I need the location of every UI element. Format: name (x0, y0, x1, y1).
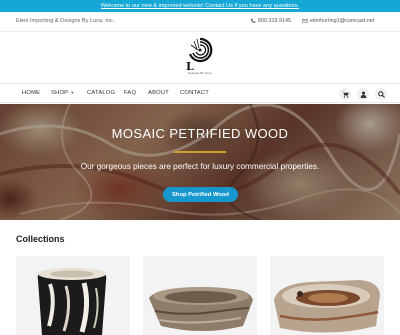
nav-catalog[interactable]: CATALOG (87, 90, 115, 96)
email-address: elenhurting1@comcast.net (310, 18, 375, 24)
nav-about[interactable]: ABOUT (148, 90, 169, 96)
account-button[interactable] (357, 88, 369, 100)
nav-shop-label: SHOP (51, 90, 69, 96)
email-contact[interactable]: elenhurting1@comcast.net (302, 18, 374, 24)
hero-subtitle: Our gorgeous pieces are perfect for luxu… (80, 162, 320, 171)
nav-home[interactable]: HOME (22, 90, 40, 96)
collection-card-sink[interactable] (143, 256, 257, 335)
phone-contact[interactable]: 800.319.9145 (250, 18, 291, 24)
envelope-icon (302, 18, 308, 24)
petrified-wood-stool-image (37, 268, 107, 335)
search-button[interactable] (375, 88, 387, 100)
shop-petrified-wood-button[interactable]: Shop Petrified Wood (163, 187, 238, 202)
nav-contact[interactable]: CONTACT (180, 90, 209, 96)
user-icon (360, 91, 366, 98)
cart-icon (341, 91, 349, 98)
petrified-wood-sink-image (149, 287, 253, 331)
collection-card-stool[interactable] (16, 256, 130, 335)
phone-icon (250, 18, 256, 23)
main-nav: HOME SHOP ▼ CATALOG FAQ ABOUT CONTACT (0, 83, 400, 103)
announcement-bar: Welcome to our new & improved website! C… (0, 0, 400, 12)
announcement-link[interactable]: Welcome to our new & improved website! C… (101, 3, 299, 9)
cart-button[interactable] (339, 88, 351, 100)
collection-card-vessel[interactable] (270, 256, 384, 335)
top-bar: Eleni Importing & Designs By Luca, Inc. … (0, 12, 400, 32)
hero-banner: MOSAIC PETRIFIED WOOD Our gorgeous piece… (0, 104, 400, 220)
logo-tagline: Designs By Luca (188, 71, 212, 75)
phone-number: 800.319.9145 (258, 18, 291, 24)
search-icon (377, 90, 385, 98)
hero-divider (174, 151, 226, 153)
collections-heading: Collections (16, 234, 65, 244)
nav-faq[interactable]: FAQ (124, 90, 136, 96)
hero-title: MOSAIC PETRIFIED WOOD (111, 126, 289, 141)
petrified-wood-vessel-image (274, 280, 380, 333)
nav-shop[interactable]: SHOP ▼ (51, 90, 74, 96)
company-name: Eleni Importing & Designs By Luca, Inc. (16, 18, 115, 24)
chevron-down-icon: ▼ (70, 90, 75, 95)
